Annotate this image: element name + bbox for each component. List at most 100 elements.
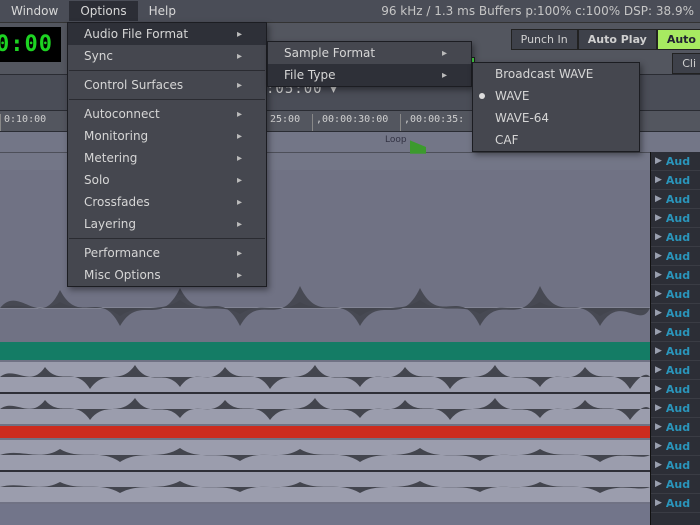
menu-item[interactable]: Crossfades ▸ — [68, 191, 266, 213]
disclosure-icon: ▶ — [655, 213, 662, 223]
track-name: Aud — [666, 269, 690, 282]
submenu-arrow-icon: ▸ — [237, 131, 242, 142]
menu-item[interactable]: File Type▸ — [268, 64, 471, 86]
menu-item[interactable]: WAVE — [473, 85, 639, 107]
submenu-arrow-icon: ▸ — [237, 248, 242, 259]
loop-end-icon[interactable] — [410, 140, 426, 153]
submenu-arrow-icon: ▸ — [442, 48, 447, 59]
submenu-arrow-icon: ▸ — [237, 80, 242, 91]
disclosure-icon: ▶ — [655, 175, 662, 185]
disclosure-icon: ▶ — [655, 289, 662, 299]
track-list-item[interactable]: ▶ Aud — [651, 171, 700, 190]
track-list-item[interactable]: ▶Aud — [651, 209, 700, 228]
menu-item[interactable]: Control Surfaces▸ — [68, 74, 266, 96]
menu-item[interactable]: WAVE-64 — [473, 107, 639, 129]
menu-options[interactable]: Options — [69, 1, 137, 21]
track-name: Aud — [666, 497, 690, 510]
track-list-item[interactable]: ▶Aud — [651, 456, 700, 475]
track-separator-red — [0, 426, 650, 438]
track-list-item[interactable]: ▶ Aud — [651, 247, 700, 266]
track-list-item[interactable]: ▶Aud — [651, 228, 700, 247]
submenu-arrow-icon: ▸ — [237, 270, 242, 281]
disclosure-icon: ▶ — [655, 308, 662, 318]
track-list-item[interactable]: ▶Aud — [651, 304, 700, 323]
menu-item[interactable]: Misc Options▸ — [68, 264, 266, 286]
disclosure-icon: ▶ — [655, 498, 662, 508]
disclosure-icon: ▶ — [655, 346, 662, 356]
track-name: Aud — [666, 383, 690, 396]
track-name: Aud — [666, 402, 690, 415]
track-name: Aud — [666, 364, 690, 377]
menu-item[interactable]: Monitoring ▸ — [68, 125, 266, 147]
track-list-item[interactable]: ▶Aud — [651, 266, 700, 285]
disclosure-icon: ▶ — [655, 403, 662, 413]
disclosure-icon: ▶ — [655, 441, 662, 451]
track-list-item[interactable]: ▶Aud — [651, 285, 700, 304]
menu-item[interactable]: CAF — [473, 129, 639, 151]
disclosure-icon: ▶ — [655, 194, 662, 204]
ruler-tick: ,00:00:30:00 — [312, 114, 388, 132]
menu-item[interactable]: Sync▸ — [68, 45, 266, 67]
disclosure-icon: ▶ — [655, 479, 662, 489]
menu-item-label: Monitoring — [84, 129, 148, 143]
menu-item-label: WAVE — [495, 89, 529, 103]
menu-item[interactable]: Audio File Format▸ — [68, 23, 266, 45]
disclosure-icon: ▶ — [655, 251, 662, 261]
submenu-arrow-icon: ▸ — [237, 153, 242, 164]
menu-window[interactable]: Window — [0, 1, 69, 21]
toolbar-button[interactable]: Cli — [672, 53, 700, 74]
submenu-arrow-icon: ▸ — [237, 197, 242, 208]
track-list-item[interactable]: ▶ Aud — [651, 494, 700, 513]
file-type-submenu[interactable]: Broadcast WAVE WAVE WAVE-64CAF — [472, 62, 640, 152]
track-name: Aud — [666, 174, 690, 187]
radio-selected-icon — [479, 93, 485, 99]
track-list-item[interactable]: ▶ Aud — [651, 399, 700, 418]
waveform — [0, 278, 650, 338]
track-name: Aud — [666, 250, 690, 263]
menu-item-label: Metering — [84, 151, 137, 165]
track-list-item[interactable]: ▶Aud — [651, 152, 700, 171]
track-list-item[interactable]: ▶Aud — [651, 361, 700, 380]
ruler-tick: 25:00 — [266, 114, 300, 132]
track-list-item[interactable]: ▶Aud — [651, 418, 700, 437]
disclosure-icon: ▶ — [655, 384, 662, 394]
menu-item-label: Audio File Format — [84, 27, 188, 41]
menu-item[interactable]: Solo▸ — [68, 169, 266, 191]
track-list-item[interactable]: ▶Aud — [651, 437, 700, 456]
track-list-item[interactable]: ▶ Aud — [651, 380, 700, 399]
menu-help[interactable]: Help — [138, 1, 187, 21]
disclosure-icon: ▶ — [655, 232, 662, 242]
ruler-tick: 0:10:00 — [0, 114, 46, 132]
track-name: Aud — [666, 459, 690, 472]
primary-clock[interactable]: 0:00 — [0, 27, 61, 62]
menu-item-label: Solo — [84, 173, 110, 187]
audio-file-format-submenu[interactable]: Sample Format▸File Type▸ — [267, 41, 472, 87]
menu-item-label: Broadcast WAVE — [495, 67, 593, 81]
menu-item[interactable]: Broadcast WAVE — [473, 63, 639, 85]
track-list-item[interactable]: ▶ Aud — [651, 323, 700, 342]
engine-status: 96 kHz / 1.3 ms Buffers p:100% c:100% DS… — [381, 4, 700, 18]
waveform — [0, 472, 650, 502]
menu-item[interactable]: Metering ▸ — [68, 147, 266, 169]
menu-item-label: Crossfades — [84, 195, 150, 209]
options-menu[interactable]: Audio File Format▸Sync▸Control Surfaces▸… — [67, 22, 267, 287]
menu-item-label: File Type — [284, 68, 335, 82]
track-list-item[interactable]: ▶Aud — [651, 190, 700, 209]
waveform — [0, 440, 650, 470]
menu-item[interactable]: Sample Format▸ — [268, 42, 471, 64]
menu-item[interactable]: Autoconnect▸ — [68, 103, 266, 125]
toolbar-button[interactable]: Punch In — [511, 29, 578, 50]
disclosure-icon: ▶ — [655, 327, 662, 337]
submenu-arrow-icon: ▸ — [237, 109, 242, 120]
menu-item[interactable]: Performance▸ — [68, 242, 266, 264]
track-name: Aud — [666, 326, 690, 339]
track-list-item[interactable]: ▶Aud — [651, 342, 700, 361]
track-separator-green — [0, 342, 650, 360]
disclosure-icon: ▶ — [655, 422, 662, 432]
track-list[interactable]: ▶Aud▶Aud▶Aud▶Aud▶Aud▶Aud▶Aud▶Aud▶Aud▶Aud… — [650, 152, 700, 525]
menu-item[interactable]: Layering▸ — [68, 213, 266, 235]
track-list-item[interactable]: ▶Aud — [651, 475, 700, 494]
ruler-tick: ,00:00:35: — [400, 114, 464, 132]
toolbar-button[interactable]: Auto — [657, 29, 700, 50]
toolbar-button[interactable]: Auto Play — [578, 29, 657, 50]
